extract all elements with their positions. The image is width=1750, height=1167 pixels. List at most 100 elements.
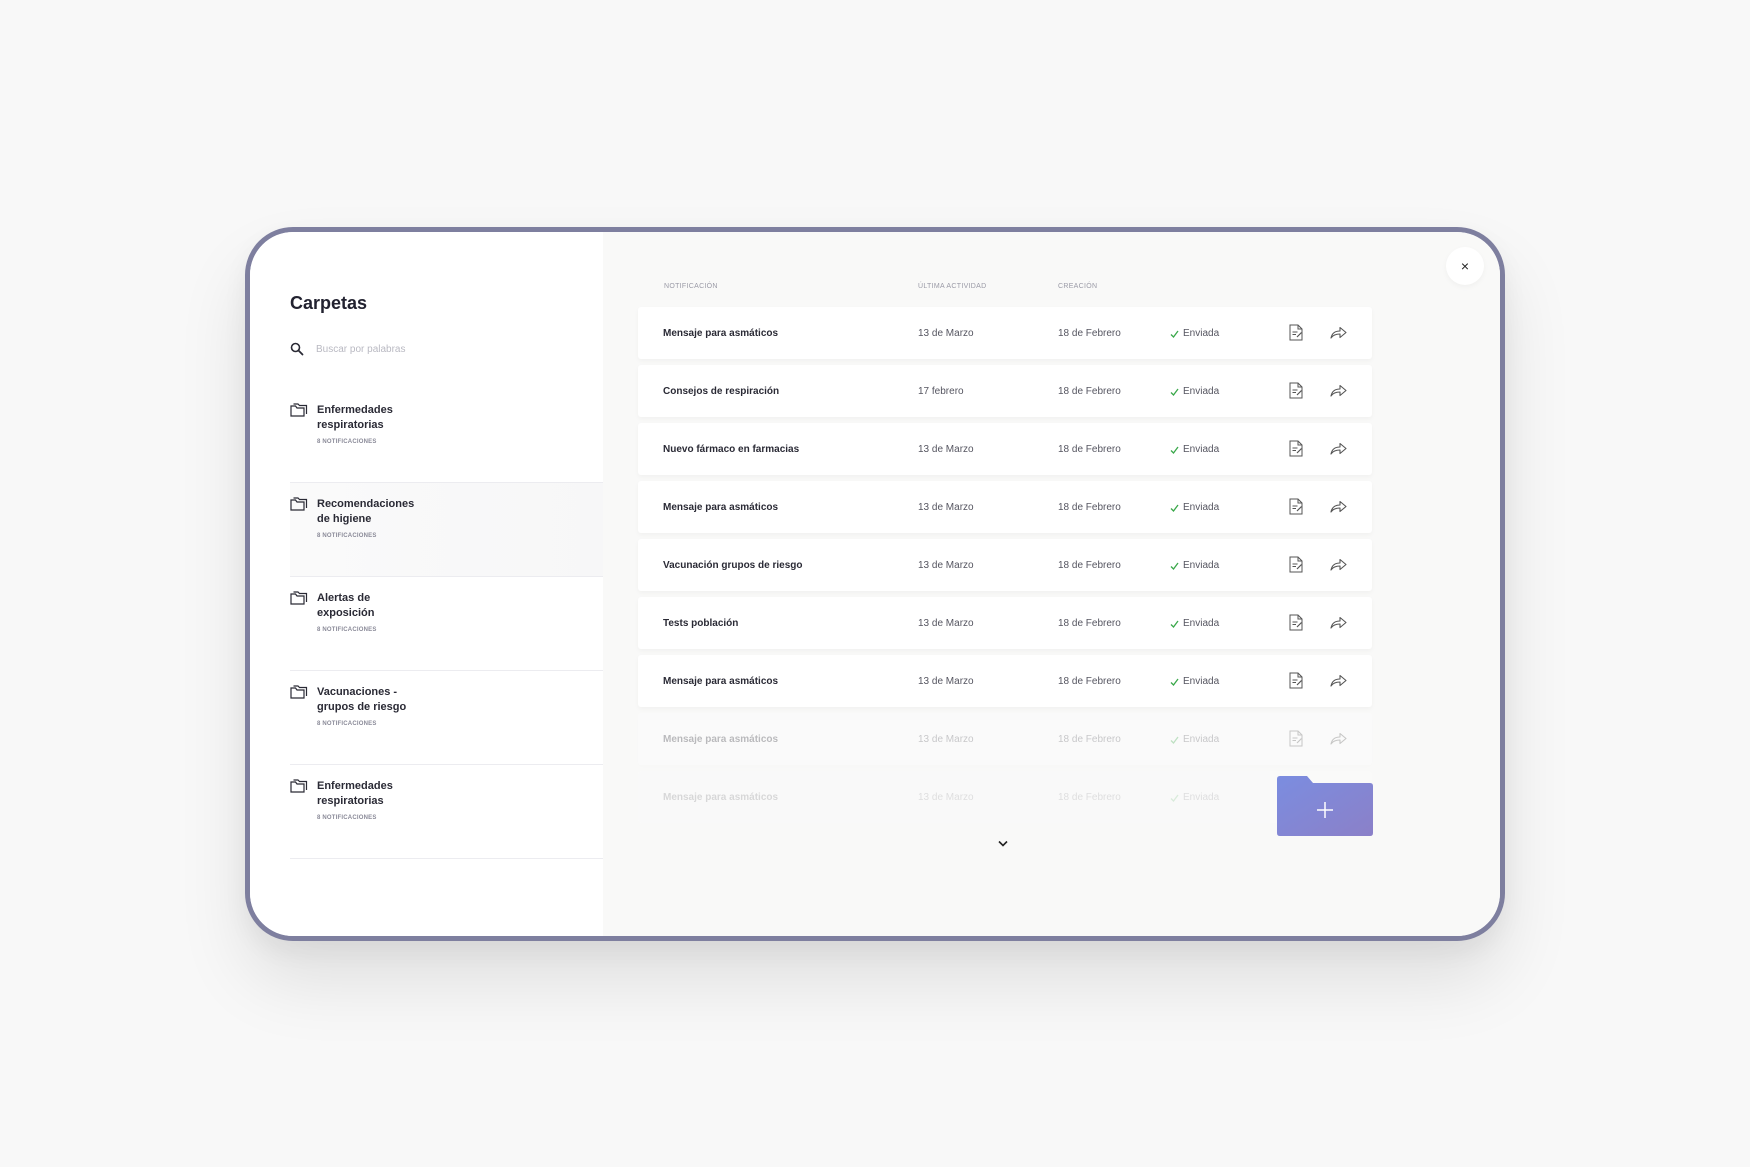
created-date: 18 de Febrero bbox=[1058, 560, 1121, 571]
document-edit-icon[interactable] bbox=[1289, 382, 1303, 399]
search-bar[interactable] bbox=[290, 342, 536, 356]
folder-count: 8 NOTIFICACIONES bbox=[317, 815, 377, 821]
app-screen: Carpetas Enfermedades respiratorias bbox=[250, 232, 1500, 936]
status-badge: Enviada bbox=[1170, 676, 1219, 687]
share-icon[interactable] bbox=[1330, 384, 1347, 397]
share-icon[interactable] bbox=[1330, 442, 1347, 455]
share-icon[interactable] bbox=[1330, 326, 1347, 339]
notification-name: Consejos de respiración bbox=[663, 386, 780, 397]
last-activity: 13 de Marzo bbox=[918, 734, 974, 745]
document-edit-icon[interactable] bbox=[1289, 324, 1303, 341]
status-badge: Enviada bbox=[1170, 328, 1219, 339]
last-activity: 17 febrero bbox=[918, 386, 964, 397]
status-text: Enviada bbox=[1183, 618, 1220, 629]
last-activity: 13 de Marzo bbox=[918, 676, 974, 687]
close-icon: × bbox=[1460, 258, 1470, 274]
share-icon[interactable] bbox=[1330, 732, 1347, 745]
created-date: 18 de Febrero bbox=[1058, 734, 1121, 745]
folder-item[interactable]: Alertas de exposición 8 NOTIFICACIONES bbox=[290, 577, 603, 671]
notification-name: Mensaje para asmáticos bbox=[663, 676, 779, 687]
column-header-created: CREACIÓN bbox=[1058, 283, 1098, 290]
status-badge: Enviada bbox=[1170, 560, 1219, 571]
last-activity: 13 de Marzo bbox=[918, 560, 974, 571]
table-row[interactable]: Mensaje para asmáticos 13 de Marzo 18 de… bbox=[638, 481, 1372, 533]
created-date: 18 de Febrero bbox=[1058, 618, 1121, 629]
table-row[interactable]: Nuevo fármaco en farmacias 13 de Marzo 1… bbox=[638, 423, 1372, 475]
created-date: 18 de Febrero bbox=[1058, 328, 1121, 339]
folder-list: Enfermedades respiratorias 8 NOTIFICACIO… bbox=[290, 389, 603, 859]
check-icon bbox=[1170, 562, 1179, 570]
created-date: 18 de Febrero bbox=[1058, 502, 1121, 513]
folder-icon bbox=[290, 497, 308, 511]
table-row[interactable]: Tests población 13 de Marzo 18 de Febrer… bbox=[638, 597, 1372, 649]
created-date: 18 de Febrero bbox=[1058, 792, 1121, 803]
document-edit-icon[interactable] bbox=[1289, 672, 1303, 689]
table-row[interactable]: Mensaje para asmáticos 13 de Marzo 18 de… bbox=[638, 771, 1372, 823]
status-badge: Enviada bbox=[1170, 444, 1219, 455]
column-header-notification: NOTIFICACIÓN bbox=[664, 283, 718, 290]
table-row[interactable]: Mensaje para asmáticos 13 de Marzo 18 de… bbox=[638, 307, 1372, 359]
last-activity: 13 de Marzo bbox=[918, 328, 974, 339]
chevron-down-icon[interactable] bbox=[998, 840, 1008, 847]
document-edit-icon[interactable] bbox=[1289, 556, 1303, 573]
folder-name: Recomendaciones de higiene bbox=[317, 498, 415, 525]
status-text: Enviada bbox=[1183, 444, 1220, 455]
sidebar-title: Carpetas bbox=[290, 293, 368, 313]
status-badge: Enviada bbox=[1170, 792, 1219, 803]
share-icon[interactable] bbox=[1330, 674, 1347, 687]
notification-name: Mensaje para asmáticos bbox=[663, 792, 779, 803]
search-icon bbox=[290, 342, 304, 356]
status-text: Enviada bbox=[1183, 502, 1220, 513]
status-text: Enviada bbox=[1183, 386, 1220, 397]
folder-item[interactable]: Recomendaciones de higiene 8 NOTIFICACIO… bbox=[290, 483, 603, 577]
folder-icon bbox=[290, 403, 308, 417]
check-icon bbox=[1170, 504, 1179, 512]
status-badge: Enviada bbox=[1170, 502, 1219, 513]
notification-name: Nuevo fármaco en farmacias bbox=[663, 444, 800, 455]
folder-item[interactable]: Vacunaciones - grupos de riesgo 8 NOTIFI… bbox=[290, 671, 603, 765]
status-text: Enviada bbox=[1183, 734, 1220, 745]
status-text: Enviada bbox=[1183, 676, 1220, 687]
folder-count: 8 NOTIFICACIONES bbox=[317, 627, 377, 633]
notification-name: Mensaje para asmáticos bbox=[663, 734, 779, 745]
share-icon[interactable] bbox=[1330, 558, 1347, 571]
table-row[interactable]: Mensaje para asmáticos 13 de Marzo 18 de… bbox=[638, 655, 1372, 707]
status-text: Enviada bbox=[1183, 328, 1220, 339]
check-icon bbox=[1170, 446, 1179, 454]
document-edit-icon[interactable] bbox=[1289, 498, 1303, 515]
search-input[interactable] bbox=[316, 343, 536, 355]
check-icon bbox=[1170, 388, 1179, 396]
share-icon[interactable] bbox=[1330, 500, 1347, 513]
folder-count: 8 NOTIFICACIONES bbox=[317, 439, 377, 445]
close-button[interactable]: × bbox=[1446, 247, 1484, 285]
table-row[interactable]: Consejos de respiración 17 febrero 18 de… bbox=[638, 365, 1372, 417]
notification-name: Vacunación grupos de riesgo bbox=[663, 560, 803, 571]
folder-name: Enfermedades respiratorias bbox=[317, 780, 393, 807]
notification-name: Mensaje para asmáticos bbox=[663, 328, 779, 339]
notification-name: Mensaje para asmáticos bbox=[663, 502, 779, 513]
check-icon bbox=[1170, 620, 1179, 628]
share-icon[interactable] bbox=[1330, 616, 1347, 629]
status-text: Enviada bbox=[1183, 560, 1220, 571]
column-header-last-activity: ÚLTIMA ACTIVIDAD bbox=[918, 283, 987, 290]
document-edit-icon[interactable] bbox=[1289, 440, 1303, 457]
folder-count: 8 NOTIFICACIONES bbox=[317, 721, 377, 727]
add-folder-button[interactable] bbox=[1277, 776, 1373, 836]
folder-item[interactable]: Enfermedades respiratorias 8 NOTIFICACIO… bbox=[290, 765, 603, 859]
status-badge: Enviada bbox=[1170, 734, 1219, 745]
status-text: Enviada bbox=[1183, 792, 1220, 803]
folder-icon bbox=[290, 591, 308, 605]
folder-name: Vacunaciones - grupos de riesgo bbox=[317, 686, 407, 713]
status-badge: Enviada bbox=[1170, 618, 1219, 629]
check-icon bbox=[1170, 330, 1179, 338]
check-icon bbox=[1170, 678, 1179, 686]
created-date: 18 de Febrero bbox=[1058, 444, 1121, 455]
created-date: 18 de Febrero bbox=[1058, 386, 1121, 397]
document-edit-icon[interactable] bbox=[1289, 730, 1303, 747]
folder-icon bbox=[290, 779, 308, 793]
document-edit-icon[interactable] bbox=[1289, 614, 1303, 631]
table-row[interactable]: Vacunación grupos de riesgo 13 de Marzo … bbox=[638, 539, 1372, 591]
folder-item[interactable]: Enfermedades respiratorias 8 NOTIFICACIO… bbox=[290, 389, 603, 483]
created-date: 18 de Febrero bbox=[1058, 676, 1121, 687]
table-row[interactable]: Mensaje para asmáticos 13 de Marzo 18 de… bbox=[638, 713, 1372, 765]
